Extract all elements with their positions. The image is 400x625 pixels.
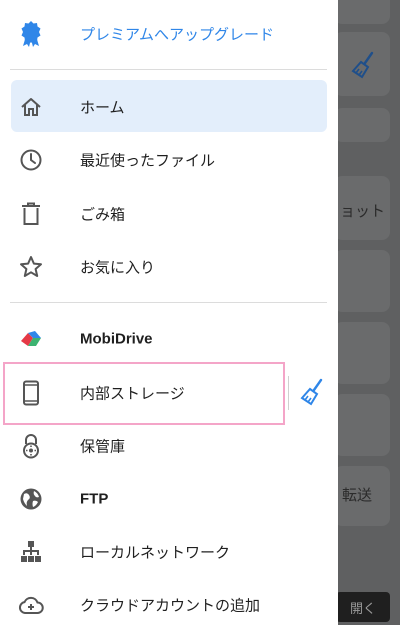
divider xyxy=(10,302,327,303)
recent-label: 最近使ったファイル xyxy=(80,151,216,170)
nav-item-recent[interactable]: 最近使ったファイル xyxy=(0,133,338,187)
background-card xyxy=(334,108,390,142)
home-label: ホーム xyxy=(80,98,125,117)
mobidrive-logo-icon xyxy=(18,326,44,352)
focus-highlight xyxy=(3,362,285,425)
trash-label: ごみ箱 xyxy=(80,205,126,224)
broom-icon[interactable] xyxy=(299,377,327,407)
clock-icon xyxy=(18,147,44,173)
vault-lock-icon xyxy=(18,433,44,459)
background-card xyxy=(334,0,390,24)
favorites-label: お気に入り xyxy=(80,258,156,277)
premium-label: プレミアムへアップグレード xyxy=(80,25,274,44)
nav-item-favorites[interactable]: お気に入り xyxy=(0,240,338,294)
background-text: ョット xyxy=(340,202,386,220)
home-icon xyxy=(18,94,44,120)
ftp-label: FTP xyxy=(80,490,109,508)
selection-background xyxy=(11,80,327,132)
cloud-add-icon xyxy=(18,592,44,618)
background-text: 転送 xyxy=(342,486,373,504)
nav-item-home[interactable]: ホーム xyxy=(0,80,338,134)
premium-badge-icon xyxy=(18,21,44,47)
background-card xyxy=(334,394,390,456)
vault-label: 保管庫 xyxy=(80,437,126,456)
nav-item-vault[interactable]: 保管庫 xyxy=(0,419,338,473)
nav-item-trash[interactable]: ごみ箱 xyxy=(0,187,338,241)
upgrade-premium-item[interactable]: プレミアムへアップグレード xyxy=(0,7,338,61)
open-button[interactable]: 開く xyxy=(336,592,390,622)
nav-item-add-cloud[interactable]: クラウドアカウントの追加 xyxy=(0,578,338,625)
vertical-separator xyxy=(288,376,289,410)
trash-icon xyxy=(18,201,44,227)
mobidrive-label: MobiDrive xyxy=(80,330,153,348)
background-card xyxy=(334,250,390,312)
divider xyxy=(10,69,327,70)
globe-icon xyxy=(18,486,44,512)
add-cloud-label: クラウドアカウントの追加 xyxy=(80,596,261,615)
local-network-label: ローカルネットワーク xyxy=(80,543,231,562)
navigation-drawer: プレミアムへアップグレード ホーム 最近使ったファイル ごみ箱 お気に入り Mo… xyxy=(0,0,338,625)
star-icon xyxy=(18,254,44,280)
broom-icon xyxy=(351,51,374,79)
nav-item-local-network[interactable]: ローカルネットワーク xyxy=(0,525,338,579)
nav-item-ftp[interactable]: FTP xyxy=(0,472,338,526)
background-card xyxy=(334,322,390,384)
network-icon xyxy=(18,539,44,565)
nav-item-mobidrive[interactable]: MobiDrive xyxy=(0,312,338,366)
